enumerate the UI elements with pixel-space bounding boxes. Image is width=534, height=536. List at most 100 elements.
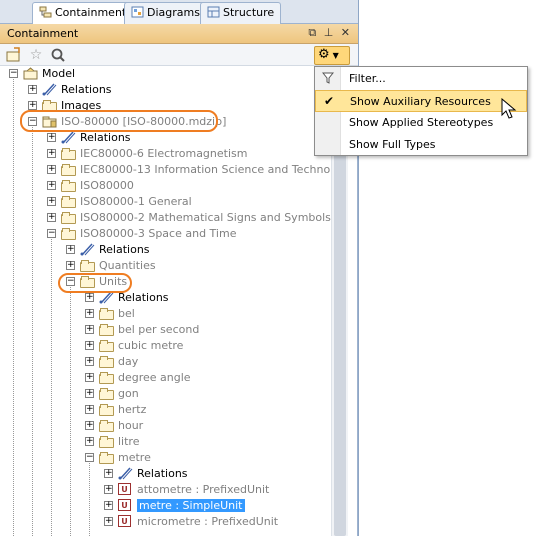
tab-diagrams[interactable]: Diagrams [124,2,207,24]
tree-item[interactable]: + bel per second [0,322,330,338]
tree-item[interactable]: + Uattometre : PrefixedUnit [0,482,330,498]
expand-toggle-icon[interactable]: + [85,421,94,430]
expand-toggle-icon[interactable]: + [85,405,94,414]
panel-title: Containment [7,27,79,40]
gear-icon: ⚙ [318,47,330,62]
tree-item[interactable]: + hertz [0,402,330,418]
tree-item[interactable]: + Umicrometre : PrefixedUnit [0,514,330,530]
expand-toggle-icon[interactable]: + [47,181,56,190]
tree-item[interactable]: + bel [0,306,330,322]
menu-item-show-auxiliary-resources[interactable]: ✔ Show Auxiliary Resources [315,90,527,112]
tree-item[interactable]: − ISO80000-3 Space and Time [0,226,330,242]
tree-item[interactable]: + Relations [0,466,330,482]
expand-toggle-icon[interactable]: + [28,101,37,110]
menu-item-filter[interactable]: Filter... [315,68,527,90]
collapse-toggle-icon[interactable]: − [47,229,56,238]
tab-containment[interactable]: Containment [32,2,134,25]
tree-item-label: day [118,355,139,368]
unit-icon: U [118,499,131,511]
folder-icon [99,436,114,448]
tree-item-label: ISO80000-3 Space and Time [80,227,237,240]
tree-item-label: hour [118,419,144,432]
tree-item[interactable]: + IEC80000-13 Information Science and Tec… [0,162,348,178]
expand-toggle-icon[interactable]: + [85,357,94,366]
relations-icon [118,467,133,480]
favorites-star-icon[interactable]: ☆ [27,46,45,64]
folder-icon [99,452,114,464]
tree-item[interactable]: + litre [0,434,330,450]
expand-toggle-icon[interactable]: + [85,293,94,302]
tree-item[interactable]: + IEC80000-6 Electromagnetism [0,146,330,162]
folder-icon [61,228,76,240]
tree-item[interactable]: + cubic metre [0,338,330,354]
add-element-icon[interactable] [5,46,23,64]
tree-item[interactable]: + day [0,354,330,370]
tree-item[interactable]: + gon [0,386,330,402]
tree-item-label: micrometre : PrefixedUnit [137,515,279,528]
tab-structure[interactable]: Structure [200,2,282,24]
menu-item-label: Show Applied Stereotypes [349,116,494,129]
relations-icon [61,131,76,144]
tree-item-label: ISO80000 [80,179,134,192]
expand-toggle-icon[interactable]: + [104,485,113,494]
expand-toggle-icon[interactable]: + [47,133,56,142]
menu-item-show-full-types[interactable]: Show Full Types [315,134,527,156]
expand-toggle-icon[interactable]: + [66,245,75,254]
tree-item[interactable]: + Quantities [0,258,330,274]
expand-toggle-icon[interactable]: + [85,325,94,334]
expand-toggle-icon[interactable]: + [47,149,56,158]
menu-item-label: Filter... [349,72,386,85]
tree-item-label: degree angle [118,371,191,384]
tree-item-label: cubic metre [118,339,184,352]
expand-toggle-icon[interactable]: + [85,309,94,318]
tree-item[interactable]: + Relations [0,290,330,306]
expand-toggle-icon[interactable]: + [28,85,37,94]
tree-item[interactable]: − metre [0,450,330,466]
folder-icon [61,212,76,224]
tab-label: Structure [223,6,275,19]
tree-item[interactable]: + Umetre : SimpleUnit [0,498,330,514]
relations-icon [42,83,57,96]
expand-toggle-icon[interactable]: + [104,469,113,478]
expand-toggle-icon[interactable]: + [85,437,94,446]
tree-item[interactable]: + Relations [0,130,330,146]
expand-toggle-icon[interactable]: + [85,389,94,398]
tab-label: Containment [55,6,127,19]
expand-toggle-icon[interactable]: + [104,501,113,510]
folder-icon [80,260,95,272]
checkmark-icon: ✔ [323,94,335,108]
collapse-toggle-icon[interactable]: − [9,69,18,78]
tree-item[interactable]: + Relations [0,242,330,258]
menu-item-label: Show Full Types [349,138,436,151]
expand-toggle-icon[interactable]: + [104,517,113,526]
tree-item[interactable]: + ISO80000-1 General [0,194,330,210]
expand-toggle-icon[interactable]: + [47,197,56,206]
tree-item-label: bel [118,307,135,320]
menu-item-show-applied-stereotypes[interactable]: Show Applied Stereotypes [315,112,527,134]
tree-item-label: ISO80000-2 Mathematical Signs and Symbol… [80,211,331,224]
tree-item-label: IEC80000-6 Electromagnetism [80,147,248,160]
dock-icon[interactable]: ⧉ [308,26,318,39]
close-icon[interactable]: ✕ [341,26,352,39]
tree-item[interactable]: + hour [0,418,330,434]
expand-toggle-icon[interactable]: + [85,341,94,350]
folder-icon [99,324,114,336]
collapse-toggle-icon[interactable]: − [85,453,94,462]
tree-item[interactable]: + ISO80000-2 Mathematical Signs and Symbo… [0,210,331,226]
pin-icon[interactable]: ⊥ [324,26,336,39]
search-icon[interactable] [49,46,67,64]
tree-item[interactable]: − Model [0,66,330,82]
tree-item[interactable]: + ISO80000 [0,178,330,194]
options-button[interactable]: ⚙ ▼ [314,46,350,65]
tree-item[interactable]: − Units [0,274,330,290]
folder-icon [61,180,76,192]
expand-toggle-icon[interactable]: + [47,165,56,174]
expand-toggle-icon[interactable]: + [66,261,75,270]
expand-toggle-icon[interactable]: + [85,373,94,382]
chevron-down-icon: ▼ [332,51,339,60]
panel-title-tools: ⧉ ⊥ ✕ [308,26,352,40]
tree-item[interactable]: + degree angle [0,370,330,386]
folder-icon [99,388,114,400]
expand-toggle-icon[interactable]: + [47,213,56,222]
tree-item[interactable]: + Relations [0,82,330,98]
